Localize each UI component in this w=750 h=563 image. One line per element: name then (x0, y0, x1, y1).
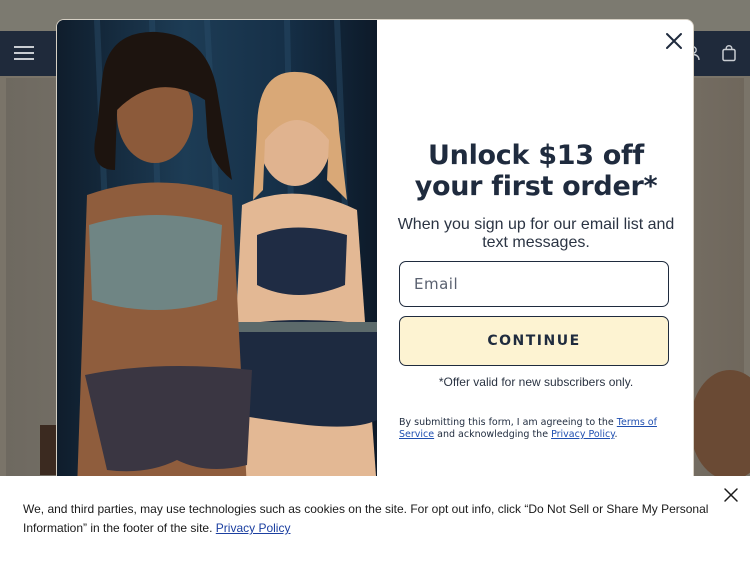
legal-prefix: By submitting this form, I am agreeing t… (399, 417, 617, 428)
hamburger-menu-icon[interactable] (14, 46, 34, 62)
close-icon[interactable] (663, 30, 685, 52)
cookie-banner: We, and third parties, may use technolog… (0, 476, 750, 563)
legal-suffix: . (614, 429, 618, 440)
cookie-privacy-policy-link[interactable]: Privacy Policy (216, 521, 291, 535)
offer-note: *Offer valid for new subscribers only. (438, 375, 634, 389)
title-line-2: your first order* (414, 171, 658, 202)
cookie-message: We, and third parties, may use technolog… (23, 502, 709, 535)
models-illustration (57, 20, 377, 488)
legal-text: By submitting this form, I am agreeing t… (399, 417, 661, 441)
email-signup-modal: Unlock $13 off your first order* When yo… (56, 19, 694, 489)
title-line-1: Unlock $13 off (428, 140, 644, 171)
legal-middle: and acknowledging the (434, 429, 552, 440)
signup-form-panel: Unlock $13 off your first order* When yo… (377, 20, 693, 488)
continue-button[interactable]: CONTINUE (399, 316, 669, 366)
close-icon[interactable] (723, 487, 739, 503)
modal-subtitle: When you sign up for our email list and … (397, 216, 675, 251)
shopping-bag-icon[interactable] (720, 44, 738, 62)
email-field[interactable] (399, 261, 669, 307)
privacy-policy-link[interactable]: Privacy Policy (551, 429, 614, 440)
modal-title: Unlock $13 off your first order* (397, 140, 675, 202)
promo-image (57, 20, 377, 488)
cookie-text: We, and third parties, may use technolog… (23, 500, 729, 538)
